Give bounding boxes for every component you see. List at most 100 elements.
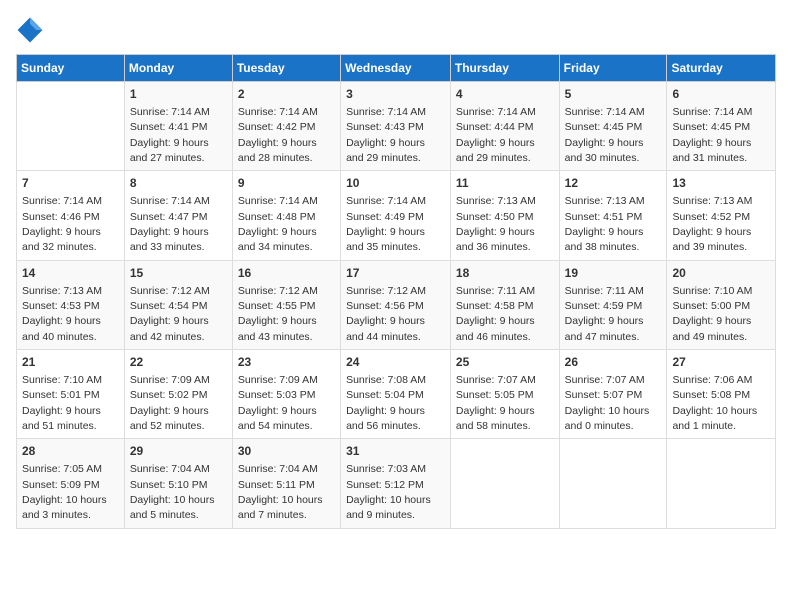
- sunset-text: Sunset: 4:46 PM: [22, 211, 100, 223]
- day-number: 19: [565, 265, 662, 282]
- day-number: 7: [22, 175, 119, 192]
- daylight-text: Daylight: 10 hours and 1 minute.: [672, 405, 757, 432]
- sunrise-text: Sunrise: 7:14 AM: [22, 195, 102, 207]
- sunset-text: Sunset: 5:04 PM: [346, 389, 424, 401]
- daylight-text: Daylight: 10 hours and 5 minutes.: [130, 494, 215, 521]
- calendar-cell: 21Sunrise: 7:10 AMSunset: 5:01 PMDayligh…: [17, 350, 125, 439]
- daylight-text: Daylight: 10 hours and 0 minutes.: [565, 405, 650, 432]
- logo: [16, 16, 50, 44]
- calendar-cell: 5Sunrise: 7:14 AMSunset: 4:45 PMDaylight…: [559, 82, 667, 171]
- sunset-text: Sunset: 5:01 PM: [22, 389, 100, 401]
- sunrise-text: Sunrise: 7:14 AM: [346, 106, 426, 118]
- calendar-cell: 14Sunrise: 7:13 AMSunset: 4:53 PMDayligh…: [17, 260, 125, 349]
- day-number: 2: [238, 86, 335, 103]
- day-number: 14: [22, 265, 119, 282]
- sunrise-text: Sunrise: 7:14 AM: [130, 195, 210, 207]
- sunrise-text: Sunrise: 7:14 AM: [238, 106, 318, 118]
- day-number: 6: [672, 86, 770, 103]
- day-number: 20: [672, 265, 770, 282]
- sunrise-text: Sunrise: 7:10 AM: [672, 285, 752, 297]
- daylight-text: Daylight: 9 hours and 54 minutes.: [238, 405, 317, 432]
- sunrise-text: Sunrise: 7:11 AM: [456, 285, 535, 297]
- sunset-text: Sunset: 5:08 PM: [672, 389, 750, 401]
- sunrise-text: Sunrise: 7:11 AM: [565, 285, 644, 297]
- day-number: 21: [22, 354, 119, 371]
- calendar-cell: 29 Sunrise: 7:04 AM Sunset: 5:10 PM Dayligh…: [124, 439, 232, 528]
- daylight-text: Daylight: 10 hours and 9 minutes.: [346, 494, 431, 521]
- calendar-table: SundayMondayTuesdayWednesdayThursdayFrid…: [16, 54, 776, 529]
- sunset-text: Sunset: 5:03 PM: [238, 389, 316, 401]
- calendar-cell: 3Sunrise: 7:14 AMSunset: 4:43 PMDaylight…: [341, 82, 451, 171]
- weekday-header: Saturday: [667, 55, 776, 82]
- logo-icon: [16, 16, 44, 44]
- daylight-text: Daylight: 9 hours and 29 minutes.: [346, 137, 425, 164]
- calendar-cell: 24Sunrise: 7:08 AMSunset: 5:04 PMDayligh…: [341, 350, 451, 439]
- day-number: 12: [565, 175, 662, 192]
- sunset-text: Sunset: 4:45 PM: [672, 121, 750, 133]
- day-number: 16: [238, 265, 335, 282]
- day-number: 8: [130, 175, 227, 192]
- sunrise-text: Sunrise: 7:07 AM: [565, 374, 645, 386]
- sunset-text: Sunset: 5:05 PM: [456, 389, 534, 401]
- sunset-text: Sunset: 4:47 PM: [130, 211, 208, 223]
- day-number: 9: [238, 175, 335, 192]
- daylight-text: Daylight: 9 hours and 34 minutes.: [238, 226, 317, 253]
- daylight-text: Daylight: 9 hours and 58 minutes.: [456, 405, 535, 432]
- sunrise-text: Sunrise: 7:12 AM: [346, 285, 426, 297]
- daylight-text: Daylight: 9 hours and 32 minutes.: [22, 226, 101, 253]
- sunset-text: Sunset: 5:09 PM: [22, 479, 100, 491]
- sunset-text: Sunset: 4:54 PM: [130, 300, 208, 312]
- calendar-cell: 19 Sunrise: 7:11 AM Sunset: 4:59 PM Dayligh…: [559, 260, 667, 349]
- calendar-cell: 1Sunrise: 7:14 AMSunset: 4:41 PMDaylight…: [124, 82, 232, 171]
- sunrise-text: Sunrise: 7:14 AM: [346, 195, 426, 207]
- daylight-text: Daylight: 9 hours and 30 minutes.: [565, 137, 644, 164]
- calendar-cell: 28Sunrise: 7:05 AMSunset: 5:09 PMDayligh…: [17, 439, 125, 528]
- calendar-cell: 12Sunrise: 7:13 AMSunset: 4:51 PMDayligh…: [559, 171, 667, 260]
- sunrise-text: Sunrise: 7:14 AM: [456, 106, 536, 118]
- daylight-text: Daylight: 9 hours and 31 minutes.: [672, 137, 751, 164]
- sunset-text: Sunset: 4:42 PM: [238, 121, 316, 133]
- daylight-text: Daylight: 10 hours and 3 minutes.: [22, 494, 107, 521]
- calendar-cell: 20Sunrise: 7:10 AMSunset: 5:00 PMDayligh…: [667, 260, 776, 349]
- day-number: 22: [130, 354, 227, 371]
- daylight-text: Daylight: 9 hours and 47 minutes.: [565, 315, 644, 342]
- sunset-text: Sunset: 4:53 PM: [22, 300, 100, 312]
- sunrise-text: Sunrise: 7:14 AM: [565, 106, 645, 118]
- sunset-text: Sunset: 5:11 PM: [238, 479, 315, 491]
- calendar-cell: [667, 439, 776, 528]
- day-number: 29: [130, 443, 227, 460]
- sunrise-text: Sunrise: 7:09 AM: [238, 374, 318, 386]
- sunrise-text: Sunrise: 7:05 AM: [22, 463, 102, 475]
- sunrise-text: Sunrise: 7:04 AM: [130, 463, 210, 475]
- sunset-text: Sunset: 4:55 PM: [238, 300, 316, 312]
- sunset-text: Sunset: 5:10 PM: [130, 479, 208, 491]
- sunrise-text: Sunrise: 7:12 AM: [238, 285, 318, 297]
- sunrise-text: Sunrise: 7:13 AM: [672, 195, 752, 207]
- calendar-cell: [559, 439, 667, 528]
- calendar-week-row: 28Sunrise: 7:05 AMSunset: 5:09 PMDayligh…: [17, 439, 776, 528]
- sunset-text: Sunset: 4:58 PM: [456, 300, 534, 312]
- weekday-header: Friday: [559, 55, 667, 82]
- sunrise-text: Sunrise: 7:14 AM: [130, 106, 210, 118]
- daylight-text: Daylight: 9 hours and 46 minutes.: [456, 315, 535, 342]
- daylight-text: Daylight: 9 hours and 36 minutes.: [456, 226, 535, 253]
- weekday-header: Wednesday: [341, 55, 451, 82]
- calendar-cell: 25Sunrise: 7:07 AMSunset: 5:05 PMDayligh…: [450, 350, 559, 439]
- sunset-text: Sunset: 4:44 PM: [456, 121, 534, 133]
- day-number: 1: [130, 86, 227, 103]
- calendar-cell: 16Sunrise: 7:12 AMSunset: 4:55 PMDayligh…: [232, 260, 340, 349]
- day-number: 30: [238, 443, 335, 460]
- daylight-text: Daylight: 10 hours and 7 minutes.: [238, 494, 323, 521]
- sunset-text: Sunset: 4:45 PM: [565, 121, 643, 133]
- calendar-cell: 30Sunrise: 7:04 AMSunset: 5:11 PMDayligh…: [232, 439, 340, 528]
- sunrise-text: Sunrise: 7:07 AM: [456, 374, 536, 386]
- daylight-text: Daylight: 9 hours and 42 minutes.: [130, 315, 209, 342]
- sunrise-text: Sunrise: 7:09 AM: [130, 374, 210, 386]
- daylight-text: Daylight: 9 hours and 52 minutes.: [130, 405, 209, 432]
- calendar-cell: [17, 82, 125, 171]
- calendar-cell: 6Sunrise: 7:14 AMSunset: 4:45 PMDaylight…: [667, 82, 776, 171]
- sunset-text: Sunset: 4:41 PM: [130, 121, 208, 133]
- daylight-text: Daylight: 9 hours and 40 minutes.: [22, 315, 101, 342]
- sunset-text: Sunset: 4:59 PM: [565, 300, 643, 312]
- weekday-header: Thursday: [450, 55, 559, 82]
